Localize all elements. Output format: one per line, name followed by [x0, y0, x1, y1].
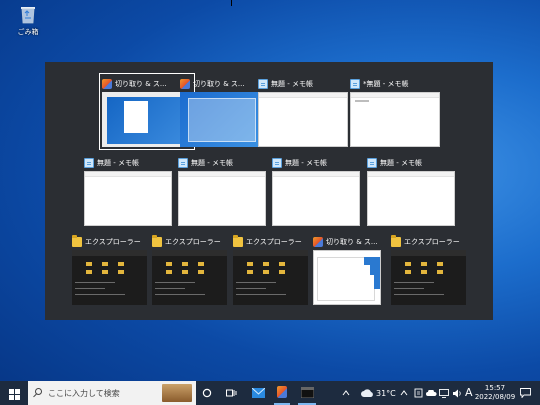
recycle-bin-label: ごみ箱	[17, 28, 39, 36]
folder-icon	[233, 235, 243, 247]
window-thumbnail	[84, 171, 172, 226]
switcher-tile[interactable]: 無題 - メモ帳	[367, 155, 455, 226]
window-title: 無題 - メモ帳	[191, 159, 233, 167]
search-highlight-image	[162, 384, 192, 402]
start-button[interactable]	[0, 381, 26, 405]
weather-temperature[interactable]: 31°C	[376, 389, 396, 398]
top-edge-marker	[231, 0, 232, 6]
snipping-tool-icon	[313, 237, 323, 247]
window-title: 無題 - メモ帳	[380, 159, 422, 167]
ime-mode-indicator[interactable]: A	[465, 386, 473, 399]
window-title: *無題 - メモ帳	[363, 80, 409, 88]
window-thumbnail	[72, 250, 147, 305]
clock[interactable]: 15:57 2022/08/09	[474, 384, 516, 402]
task-view-circle-icon[interactable]	[200, 381, 214, 405]
window-thumbnail	[313, 250, 381, 305]
window-title: 切り取り & ス...	[115, 80, 167, 88]
clock-date: 2022/08/09	[474, 393, 516, 401]
window-thumbnail	[272, 171, 360, 226]
window-title: エクスプローラー	[404, 238, 460, 246]
window-thumbnail	[350, 92, 440, 147]
switcher-tile[interactable]: 切り取り & ス...	[313, 234, 381, 305]
snipping-tool-icon	[277, 386, 287, 398]
window-title: 無題 - メモ帳	[271, 80, 313, 88]
window-thumbnail	[102, 92, 192, 147]
onedrive-cloud-icon[interactable]	[425, 381, 437, 405]
window-title: 切り取り & ス...	[326, 238, 378, 246]
window-thumbnail	[180, 92, 270, 147]
recycle-bin-icon	[19, 4, 37, 24]
window-thumbnail	[391, 250, 466, 305]
volume-icon[interactable]	[451, 381, 463, 405]
notepad-taskbar-button[interactable]	[298, 381, 316, 405]
pen-input-icon[interactable]	[412, 381, 424, 405]
notepad-icon	[84, 158, 94, 168]
window-title: エクスプローラー	[246, 238, 302, 246]
taskbar: ここに入力して検索 31°C A 15:57 2022/08/09	[0, 381, 540, 405]
folder-icon	[152, 235, 162, 247]
window-title: エクスプローラー	[85, 238, 141, 246]
task-view-button[interactable]	[224, 381, 238, 405]
notepad-icon	[178, 158, 188, 168]
window-thumbnail	[233, 250, 308, 305]
window-thumbnail	[258, 92, 348, 147]
window-title: 切り取り & ス...	[193, 80, 245, 88]
switcher-tile[interactable]: *無題 - メモ帳	[350, 76, 440, 147]
switcher-tile[interactable]: 無題 - メモ帳	[258, 76, 348, 147]
folder-icon	[391, 235, 401, 247]
window-title: 無題 - メモ帳	[285, 159, 327, 167]
switcher-tile[interactable]: 切り取り & ス...	[99, 73, 195, 150]
snipping-tool-icon	[102, 79, 112, 89]
notepad-icon	[367, 158, 377, 168]
search-placeholder: ここに入力して検索	[48, 388, 120, 398]
notepad-icon	[350, 79, 360, 89]
switcher-tile[interactable]: エクスプローラー	[391, 234, 466, 305]
window-thumbnail	[178, 171, 266, 226]
chevron-up-icon[interactable]	[399, 381, 409, 405]
clock-time: 15:57	[484, 384, 506, 392]
window-title: エクスプローラー	[165, 238, 221, 246]
switcher-tile[interactable]: 無題 - メモ帳	[178, 155, 266, 226]
weather-cloud-icon[interactable]	[360, 381, 374, 405]
mail-app-icon[interactable]	[250, 381, 266, 405]
snipping-tool-taskbar-button[interactable]	[274, 381, 290, 405]
window-thumbnail	[152, 250, 227, 305]
window-title: 無題 - メモ帳	[97, 159, 139, 167]
recycle-bin-shortcut[interactable]: ごみ箱	[12, 4, 44, 37]
window-thumbnail	[367, 171, 455, 226]
switcher-tile[interactable]: 無題 - メモ帳	[84, 155, 172, 226]
switcher-tile[interactable]: 切り取り & ス...	[180, 76, 270, 147]
notepad-icon	[272, 158, 282, 168]
folder-icon	[72, 235, 82, 247]
switcher-tile[interactable]: エクスプローラー	[152, 234, 227, 305]
switcher-tile[interactable]: エクスプローラー	[233, 234, 308, 305]
notepad-icon	[258, 79, 268, 89]
tray-overflow-chevron-icon[interactable]	[341, 381, 351, 405]
notification-center-icon[interactable]	[518, 381, 532, 405]
search-icon	[35, 388, 42, 395]
snipping-tool-icon	[180, 79, 190, 89]
search-box[interactable]: ここに入力して検索	[28, 381, 196, 405]
switcher-tile[interactable]: エクスプローラー	[72, 234, 147, 305]
switcher-tile[interactable]: 無題 - メモ帳	[272, 155, 360, 226]
window-switcher: 切り取り & ス... 切り取り & ス... 無題 - メモ帳 *無題 - メ…	[45, 62, 493, 320]
network-icon[interactable]	[438, 381, 450, 405]
